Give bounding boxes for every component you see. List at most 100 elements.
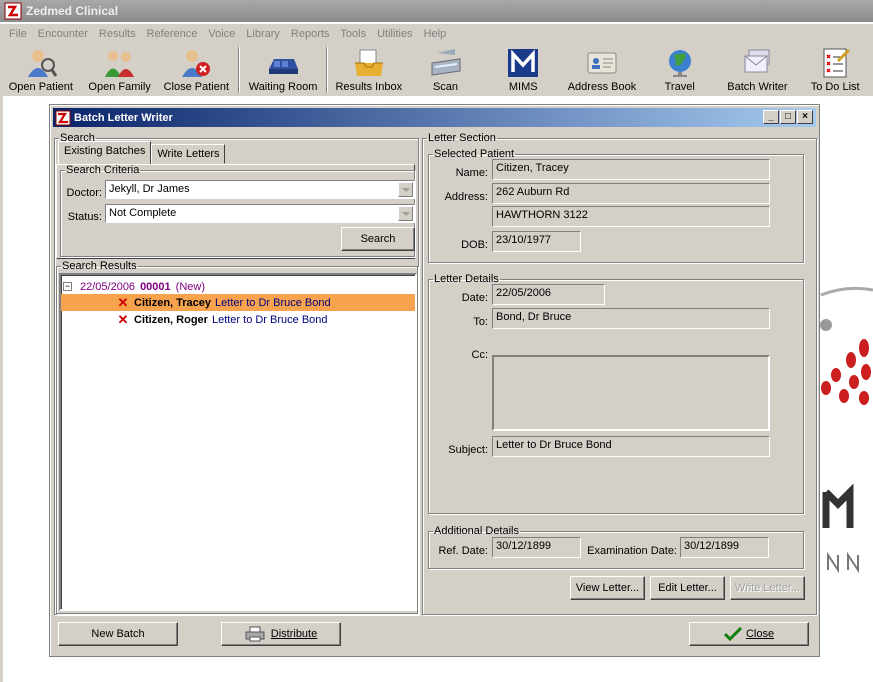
chevron-down-icon[interactable] [398, 182, 413, 197]
address-book-button[interactable]: Address Book [562, 44, 642, 96]
batch-letter-writer-dialog: Batch Letter Writer _ □ × Search Existin… [49, 104, 820, 657]
menu-results[interactable]: Results [94, 28, 142, 40]
workspace-edge [0, 96, 3, 682]
menu-reference[interactable]: Reference [142, 28, 204, 40]
chevron-down-icon[interactable] [398, 206, 413, 221]
status-select[interactable]: Not Complete [105, 204, 415, 223]
date-label: Date: [461, 292, 488, 304]
menu-utilities[interactable]: Utilities [372, 28, 418, 40]
close-patient-label: Close Patient [163, 81, 230, 93]
waiting-room-icon [269, 59, 299, 74]
exam-date-label: Examination Date: [587, 545, 677, 557]
results-inbox-button[interactable]: Results Inbox [331, 44, 407, 96]
minimize-button[interactable]: _ [763, 110, 779, 124]
letter-details-legend: Letter Details [434, 273, 499, 285]
distribute-button[interactable]: Distribute [221, 622, 341, 646]
doctor-value: Jekyll, Dr James [109, 183, 190, 195]
maximize-button[interactable]: □ [780, 110, 796, 124]
dob-label: DOB: [461, 239, 488, 251]
batch-writer-button[interactable]: Batch Writer [718, 44, 798, 96]
todo-list-button[interactable]: To Do List [797, 44, 873, 96]
close-window-button[interactable]: × [797, 110, 813, 124]
waiting-room-button[interactable]: Waiting Room [243, 44, 323, 96]
batch-number: 00001 [140, 280, 171, 293]
menu-bar: File Encounter Results Reference Voice L… [0, 24, 873, 44]
mims-icon [508, 49, 539, 77]
dialog-title: Batch Letter Writer [74, 111, 173, 124]
letter-section-legend: Letter Section [428, 132, 496, 144]
recipient-field: Bond, Dr Bruce [492, 308, 770, 329]
travel-button[interactable]: Travel [642, 44, 718, 96]
menu-reports[interactable]: Reports [286, 28, 336, 40]
toolbar-separator [325, 47, 328, 93]
close-button[interactable]: Close [689, 622, 809, 646]
to-label: To: [473, 316, 488, 328]
app-title-bar: Zedmed Clinical [0, 0, 873, 22]
tab-existing-batches[interactable]: Existing Batches [58, 141, 152, 164]
menu-voice[interactable]: Voice [203, 28, 241, 40]
cc-label: Cc: [471, 349, 489, 361]
batch-writer-label: Batch Writer [727, 81, 788, 93]
view-letter-button[interactable]: View Letter... [570, 576, 645, 600]
table-row[interactable]: ✕ Citizen, Tracey Letter to Dr Bruce Bon… [61, 294, 415, 311]
scan-button[interactable]: Scan [407, 44, 485, 96]
menu-encounter[interactable]: Encounter [33, 28, 94, 40]
search-results-legend: Search Results [62, 260, 137, 272]
dob-field: 23/10/1977 [492, 231, 581, 252]
background-logo-icon [820, 286, 873, 574]
doctor-select[interactable]: Jekyll, Dr James [105, 180, 415, 199]
cc-field [492, 355, 770, 431]
open-family-button[interactable]: Open Family [82, 44, 158, 96]
status-label: Status: [67, 211, 102, 223]
close-patient-button[interactable]: Close Patient [157, 44, 235, 96]
collapse-toggle[interactable]: − [63, 282, 72, 291]
batch-row[interactable]: − 22/05/2006 00001 (New) [63, 278, 205, 295]
search-results-tree[interactable]: − 22/05/2006 00001 (New) ✕ Citizen, Trac… [59, 273, 417, 611]
ref-date-field: 30/12/1899 [492, 537, 581, 558]
mims-label: MIMS [508, 81, 538, 93]
zedmed-logo-icon [55, 110, 71, 125]
close-label: Close [745, 628, 775, 640]
ref-date-label: Ref. Date: [438, 545, 488, 557]
printer-icon [245, 626, 265, 642]
open-patient-label: Open Patient [8, 81, 73, 93]
search-criteria-legend: Search Criteria [66, 164, 140, 176]
todo-list-icon [823, 48, 851, 78]
menu-help[interactable]: Help [419, 28, 453, 40]
menu-file[interactable]: File [4, 28, 33, 40]
menu-library[interactable]: Library [241, 28, 286, 40]
batch-writer-icon [744, 49, 770, 73]
tab-write-letters[interactable]: Write Letters [151, 144, 226, 164]
patient-name-field: Citizen, Tracey [492, 159, 770, 180]
edit-letter-button[interactable]: Edit Letter... [650, 576, 725, 600]
open-patient-button[interactable]: Open Patient [0, 44, 82, 96]
search-tabs: Existing Batches Write Letters [58, 141, 226, 164]
new-batch-button[interactable]: New Batch [58, 622, 178, 646]
mims-button[interactable]: MIMS [484, 44, 562, 96]
waiting-room-label: Waiting Room [248, 81, 318, 93]
app-title: Zedmed Clinical [26, 4, 119, 18]
globe-icon [668, 50, 691, 77]
dialog-title-bar[interactable]: Batch Letter Writer _ □ × [53, 108, 816, 127]
address-label: Address: [444, 191, 488, 203]
subject-label: Subject: [448, 444, 488, 456]
batch-date: 22/05/2006 [80, 280, 136, 293]
letter-description: Letter to Dr Bruce Bond [215, 296, 331, 309]
close-patient-icon [182, 50, 211, 77]
delete-x-icon[interactable]: ✕ [116, 312, 130, 328]
delete-x-icon[interactable]: ✕ [116, 295, 130, 311]
subject-field: Letter to Dr Bruce Bond [492, 436, 770, 457]
open-family-label: Open Family [88, 81, 151, 93]
table-row[interactable]: ✕ Citizen, Roger Letter to Dr Bruce Bond [61, 311, 328, 328]
main-toolbar: Open Patient Open Family Close Patient W… [0, 44, 873, 96]
zedmed-logo-icon [4, 2, 22, 20]
exam-date-field: 30/12/1899 [680, 537, 769, 558]
menu-tools[interactable]: Tools [335, 28, 372, 40]
results-inbox-label: Results Inbox [335, 81, 403, 93]
scan-label: Scan [432, 81, 459, 93]
address-book-icon [587, 52, 617, 74]
write-letter-button[interactable]: Write Letter... [730, 576, 805, 600]
batch-status: (New) [175, 280, 205, 293]
letter-description: Letter to Dr Bruce Bond [211, 313, 328, 326]
search-button[interactable]: Search [341, 227, 415, 251]
